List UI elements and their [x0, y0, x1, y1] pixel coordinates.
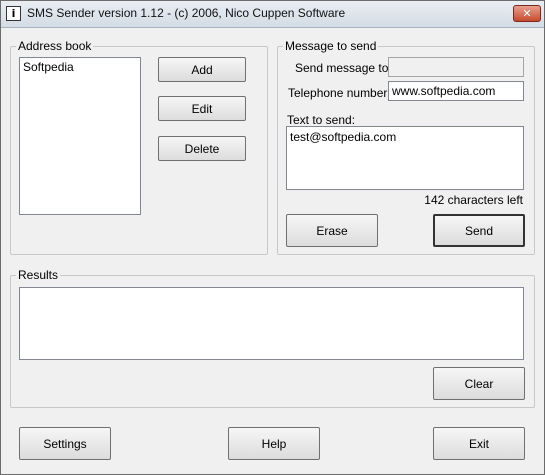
- address-book-list[interactable]: Softpedia: [19, 57, 141, 215]
- list-item[interactable]: Softpedia: [20, 58, 140, 76]
- app-window: i SMS Sender version 1.12 - (c) 2006, Ni…: [0, 0, 545, 475]
- phone-field[interactable]: www.softpedia.com: [388, 81, 524, 101]
- send-to-field: [388, 57, 524, 77]
- window-title: SMS Sender version 1.12 - (c) 2006, Nico…: [27, 6, 346, 20]
- clear-button[interactable]: Clear: [433, 367, 525, 400]
- edit-button[interactable]: Edit: [158, 96, 246, 121]
- message-legend: Message to send: [285, 39, 377, 53]
- send-button[interactable]: Send: [433, 214, 525, 247]
- results-legend: Results: [18, 268, 59, 282]
- delete-button[interactable]: Delete: [158, 136, 246, 161]
- title-bar[interactable]: i SMS Sender version 1.12 - (c) 2006, Ni…: [1, 1, 544, 28]
- send-to-label: Send message to:: [295, 61, 392, 75]
- characters-left: 142 characters left: [424, 193, 523, 207]
- close-button[interactable]: ✕: [513, 5, 541, 22]
- add-button[interactable]: Add: [158, 57, 246, 82]
- erase-button[interactable]: Erase: [286, 214, 378, 247]
- results-box[interactable]: [19, 287, 524, 360]
- text-to-send-field[interactable]: test@softpedia.com: [286, 126, 524, 190]
- phone-label: Telephone number:: [288, 86, 391, 100]
- help-button[interactable]: Help: [228, 427, 320, 460]
- address-book-legend: Address book: [18, 39, 92, 53]
- settings-button[interactable]: Settings: [19, 427, 111, 460]
- app-phone-icon: i: [6, 6, 21, 21]
- exit-button[interactable]: Exit: [433, 427, 525, 460]
- text-to-send-label: Text to send:: [287, 113, 356, 127]
